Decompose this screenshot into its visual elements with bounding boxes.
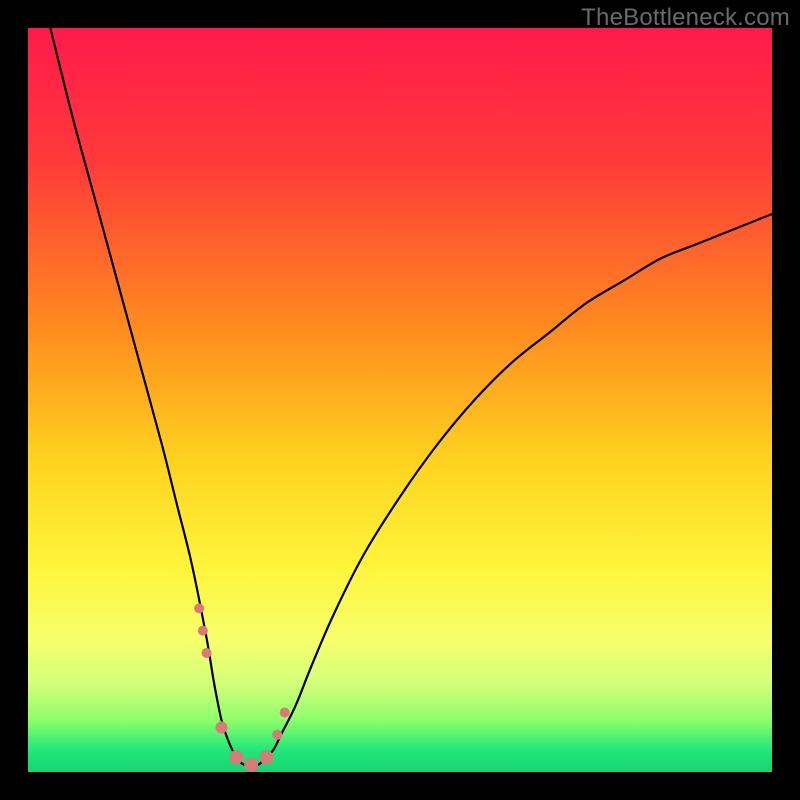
curve-marker: [280, 707, 290, 717]
curve-marker: [229, 750, 243, 764]
curve-marker: [215, 721, 227, 733]
curve-marker: [194, 603, 204, 613]
bottleneck-chart: [28, 28, 772, 772]
curve-marker: [198, 626, 208, 636]
gradient-background: [28, 28, 772, 772]
curve-marker: [259, 750, 273, 764]
curve-marker: [244, 758, 258, 772]
watermark-text: TheBottleneck.com: [581, 4, 790, 32]
curve-marker: [272, 730, 282, 740]
chart-frame: TheBottleneck.com: [0, 0, 800, 800]
curve-marker: [202, 648, 212, 658]
